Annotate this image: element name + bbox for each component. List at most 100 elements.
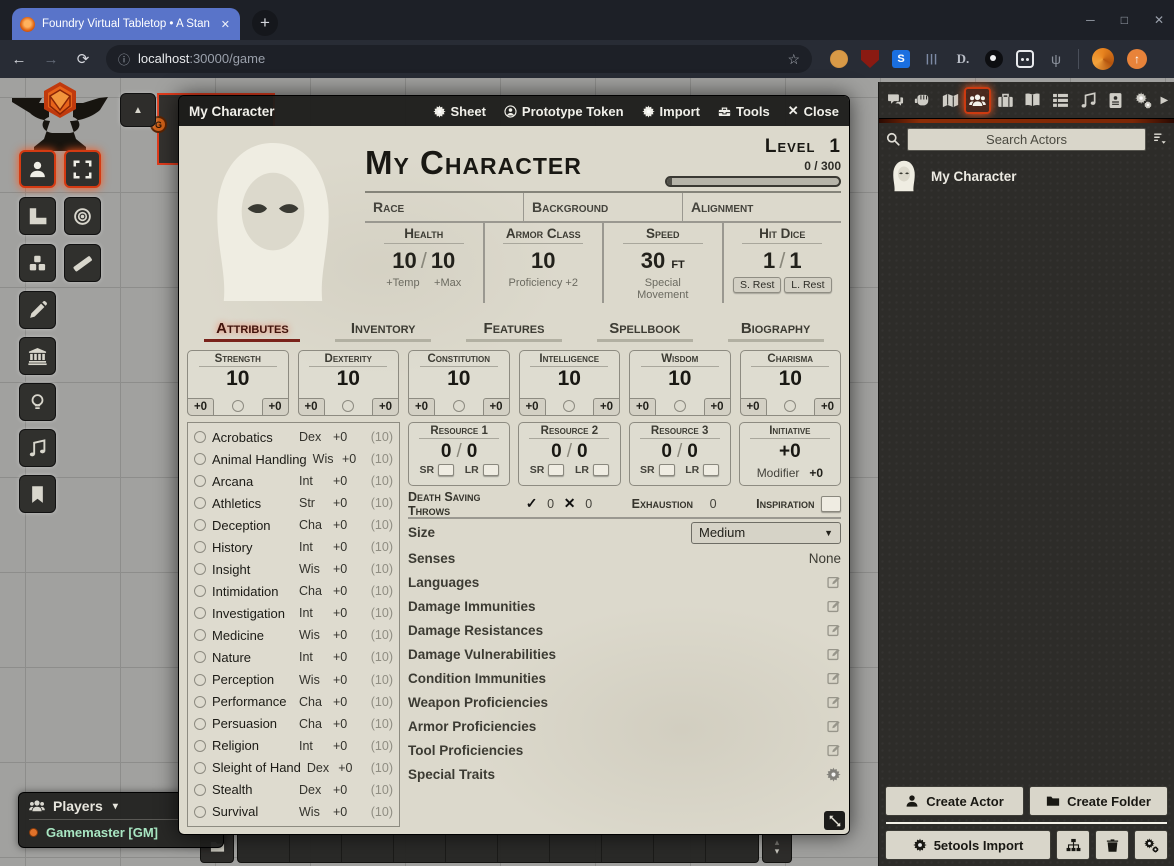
resource-value[interactable]: 0 [551, 441, 562, 462]
hd-max[interactable]: 1 [789, 248, 801, 273]
sr-checkbox[interactable] [659, 464, 675, 476]
skill-name[interactable]: Performance [212, 694, 293, 709]
skill-proficiency-radio[interactable] [194, 497, 206, 509]
skill-row[interactable]: Intimidation Cha +0 (10) [194, 580, 393, 602]
folder-tree-button[interactable] [1056, 830, 1090, 860]
skill-row[interactable]: Insight Wis +0 (10) [194, 558, 393, 580]
macro-slot[interactable] [342, 831, 394, 862]
tool-drawings-layer[interactable] [19, 291, 56, 329]
hp-current[interactable]: 10 [392, 248, 416, 273]
back-button[interactable]: ← [10, 51, 28, 68]
macro-slot[interactable] [550, 831, 602, 862]
race-field[interactable]: Race [365, 193, 523, 221]
hp-max[interactable]: 10 [431, 248, 455, 273]
skill-name[interactable]: Religion [212, 738, 293, 753]
skill-name[interactable]: Deception [212, 518, 293, 533]
trait-edit-button[interactable] [827, 623, 841, 637]
ac-value[interactable]: 10 [485, 248, 603, 274]
ublock-extension-icon[interactable] [861, 50, 879, 68]
resource-value[interactable]: 0 [661, 441, 672, 462]
window-minimize-button[interactable]: ─ [1086, 13, 1095, 27]
controls-collapse-button[interactable]: ▲ [120, 93, 156, 127]
delete-button[interactable] [1095, 830, 1129, 860]
window-close-button[interactable]: ✕ [1154, 13, 1164, 27]
ability-block[interactable]: Charisma 10 +0 +0 [740, 350, 842, 416]
skill-row[interactable]: History Int +0 (10) [194, 536, 393, 558]
tool-lighting-layer[interactable] [19, 383, 56, 421]
ability-score[interactable]: 10 [409, 367, 509, 391]
ability-label[interactable]: Charisma [741, 353, 841, 365]
tool-select-tokens[interactable] [64, 150, 101, 188]
ability-label[interactable]: Dexterity [299, 353, 399, 365]
ability-proficiency-radio[interactable] [784, 400, 796, 412]
skill-proficiency-radio[interactable] [194, 651, 206, 663]
lens-extension-icon[interactable] [985, 50, 1003, 68]
skill-name[interactable]: Arcana [212, 474, 293, 489]
speed-value[interactable]: 30 [641, 248, 665, 273]
skill-row[interactable]: Acrobatics Dex +0 (10) [194, 426, 393, 448]
reload-button[interactable]: ⟳ [74, 50, 92, 68]
skill-proficiency-radio[interactable] [194, 563, 206, 575]
resource-max[interactable]: 0 [467, 441, 478, 462]
resource-value[interactable]: 0 [441, 441, 452, 462]
sr-checkbox[interactable] [548, 464, 564, 476]
hp-tempmax-label[interactable]: +Max [434, 277, 461, 289]
skill-name[interactable]: Stealth [212, 782, 293, 797]
ability-score[interactable]: 10 [188, 367, 288, 391]
tab-journal[interactable] [1019, 87, 1046, 114]
profile-avatar[interactable] [1092, 48, 1114, 70]
skill-proficiency-radio[interactable] [194, 519, 206, 531]
tool-measure-templates[interactable] [19, 197, 56, 235]
ability-score[interactable]: 10 [520, 367, 620, 391]
s-extension-icon[interactable]: S [892, 50, 910, 68]
fivetools-import-button[interactable]: 5etools Import [885, 830, 1051, 860]
initiative-mod-value[interactable]: +0 [809, 466, 823, 480]
initiative-label[interactable]: Initiative [740, 425, 840, 437]
search-actors-input[interactable] [907, 128, 1146, 151]
window-resize-handle[interactable] [824, 811, 845, 830]
resource-max[interactable]: 0 [687, 441, 698, 462]
ability-proficiency-radio[interactable] [453, 400, 465, 412]
tab-settings[interactable] [1130, 87, 1157, 114]
settings-button[interactable] [1134, 830, 1168, 860]
new-tab-button[interactable]: + [252, 10, 278, 36]
forward-button[interactable]: → [42, 51, 60, 68]
create-folder-button[interactable]: Create Folder [1029, 786, 1168, 816]
cookie-extension-icon[interactable] [830, 50, 848, 68]
tool-notes-layer[interactable] [19, 475, 56, 513]
death-success-count[interactable]: 0 [544, 497, 556, 511]
robot-extension-icon[interactable] [1016, 50, 1034, 68]
short-rest-button[interactable]: S. Rest [733, 277, 781, 293]
skill-row[interactable]: Nature Int +0 (10) [194, 646, 393, 668]
ability-block[interactable]: Wisdom 10 +0 +0 [629, 350, 731, 416]
special-traits-config-button[interactable] [826, 767, 841, 782]
tool-sounds-layer[interactable] [19, 429, 56, 467]
prototype-token-button[interactable]: Prototype Token [504, 104, 624, 119]
character-name[interactable]: My Character [365, 136, 657, 182]
tab-rollable-tables[interactable] [1047, 87, 1074, 114]
tools-button[interactable]: Tools [718, 104, 770, 119]
actor-list-item[interactable]: My Character [879, 155, 1174, 197]
skill-proficiency-radio[interactable] [194, 762, 206, 774]
skill-name[interactable]: Intimidation [212, 584, 293, 599]
hp-temp-label[interactable]: +Temp [386, 277, 419, 289]
death-fail-count[interactable]: 0 [583, 497, 595, 511]
ability-save[interactable]: +0 [519, 398, 546, 416]
ability-save[interactable]: +0 [740, 398, 767, 416]
skill-row[interactable]: Stealth Dex +0 (10) [194, 779, 393, 801]
grid-extension-icon[interactable]: ||| [923, 50, 941, 68]
d-extension-icon[interactable]: D. [954, 50, 972, 68]
skill-name[interactable]: Nature [212, 650, 293, 665]
trait-edit-button[interactable] [827, 671, 841, 685]
tab-items[interactable] [992, 87, 1019, 114]
tab-playlists[interactable] [1075, 87, 1102, 114]
alignment-field[interactable]: Alignment [682, 193, 841, 221]
ability-label[interactable]: Intelligence [520, 353, 620, 365]
trait-edit-button[interactable] [827, 599, 841, 613]
ability-score[interactable]: 10 [299, 367, 399, 391]
long-rest-button[interactable]: L. Rest [784, 277, 831, 293]
macro-slot[interactable] [238, 831, 290, 862]
ability-label[interactable]: Strength [188, 353, 288, 365]
ability-save[interactable]: +0 [187, 398, 214, 416]
tool-measure-distance[interactable] [64, 244, 101, 282]
